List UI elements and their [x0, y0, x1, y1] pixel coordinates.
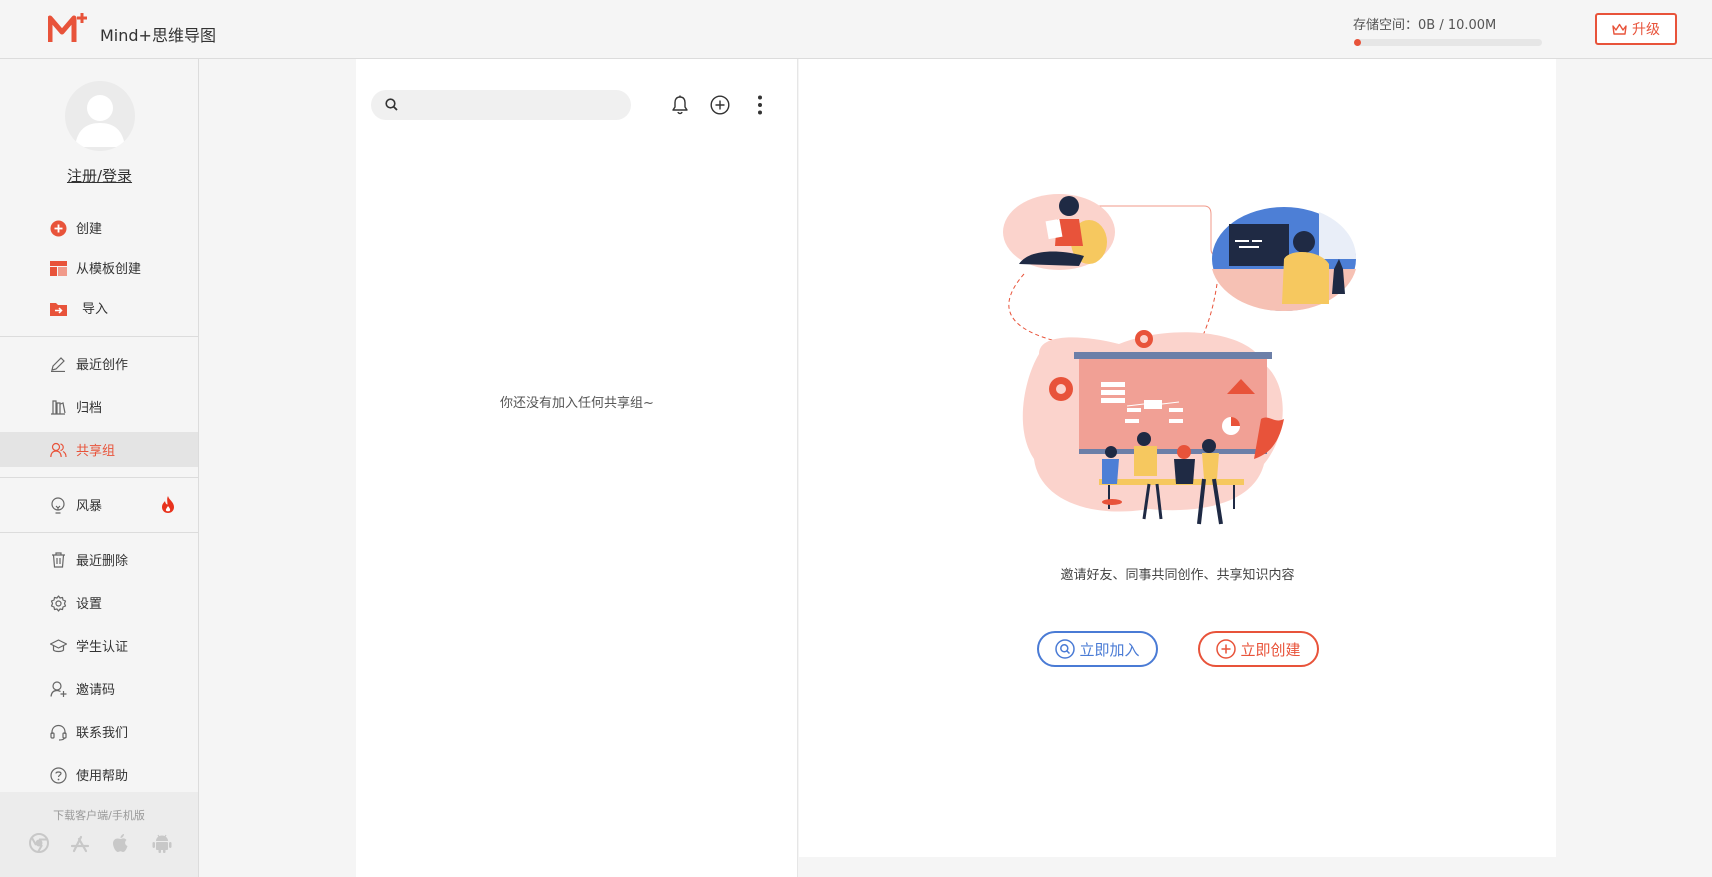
sidebar-item-shared-groups[interactable]: 共享组	[0, 432, 198, 467]
gear-icon	[49, 594, 67, 612]
login-register-link[interactable]: 注册/登录	[0, 165, 199, 186]
headset-icon	[49, 723, 67, 741]
sidebar-item-label: 导入	[82, 302, 109, 317]
join-now-label: 立即加入	[1079, 640, 1140, 659]
platform-icons	[28, 832, 173, 854]
top-header: Mind+思维导图 存储空间：0B / 10.00M 升级	[0, 0, 1712, 59]
storage-label: 存储空间：0B / 10.00M	[1353, 18, 1497, 33]
template-icon	[49, 259, 67, 277]
sidebar-item-label: 设置	[76, 597, 103, 612]
sidebar-item-label: 归档	[76, 401, 103, 416]
bulb-icon	[49, 496, 67, 514]
invite-text: 邀请好友、同事共同创作、共享知识内容	[1060, 568, 1295, 583]
sidebar-item-invite-code[interactable]: 邀请码	[0, 672, 198, 705]
apple-icon[interactable]	[110, 832, 132, 854]
app-store-icon[interactable]	[69, 832, 91, 854]
users-icon	[49, 441, 67, 459]
plus-circle-icon	[1216, 639, 1237, 659]
create-now-button[interactable]: 立即创建	[1198, 631, 1319, 667]
bell-icon	[672, 95, 688, 115]
group-detail-panel: 邀请好友、同事共同创作、共享知识内容 立即加入 立即创建	[799, 59, 1556, 857]
sidebar-item-from-template[interactable]: 从模板创建	[0, 251, 198, 284]
crown-icon	[1612, 23, 1627, 35]
download-section: 下载客户端/手机版	[0, 792, 198, 877]
sidebar-item-contact-us[interactable]: 联系我们	[0, 715, 198, 748]
sidebar-item-label: 联系我们	[76, 726, 129, 741]
sidebar-item-label: 最近删除	[76, 554, 129, 569]
sidebar-divider	[0, 336, 198, 337]
trash-icon	[49, 551, 67, 569]
import-folder-icon	[49, 299, 67, 317]
avatar[interactable]	[65, 81, 135, 151]
sidebar-item-create[interactable]: 创建	[0, 211, 198, 244]
sidebar-item-label: 使用帮助	[76, 769, 129, 784]
sidebar-item-label: 学生认证	[76, 640, 129, 655]
sidebar-item-label: 从模板创建	[76, 262, 142, 277]
user-avatar-icon	[75, 95, 125, 147]
empty-state-text: 你还没有加入任何共享组~	[500, 396, 654, 411]
download-label: 下载客户端/手机版	[53, 809, 145, 822]
help-circle-icon	[49, 766, 67, 784]
upgrade-button[interactable]: 升级	[1595, 13, 1677, 45]
sidebar-item-label: 创建	[76, 222, 103, 237]
search-circle-icon	[1055, 639, 1076, 659]
pencil-icon	[49, 355, 67, 373]
sidebar-item-student-verification[interactable]: 学生认证	[0, 629, 198, 662]
chrome-icon[interactable]	[28, 832, 50, 854]
join-now-button[interactable]: 立即加入	[1037, 631, 1158, 667]
sidebar-item-archive[interactable]: 归档	[0, 390, 198, 423]
upgrade-label: 升级	[1632, 22, 1660, 38]
sidebar-item-recent[interactable]: 最近创作	[0, 347, 198, 380]
sidebar-item-storm[interactable]: 风暴	[0, 488, 198, 521]
sidebar: 注册/登录 创建 从模板创建 导入 最近创作 归档 共享组 风暴 最近删除 设置…	[0, 59, 199, 877]
group-list-panel: 你还没有加入任何共享组~	[356, 59, 798, 877]
sidebar-divider	[0, 532, 198, 533]
sidebar-item-settings[interactable]: 设置	[0, 586, 198, 619]
create-now-label: 立即创建	[1240, 640, 1301, 659]
storage-progress-bar	[1354, 39, 1542, 46]
android-icon[interactable]	[151, 832, 173, 854]
add-group-button[interactable]	[707, 92, 733, 118]
mind-plus-logo[interactable]	[48, 12, 92, 46]
more-vertical-icon	[758, 95, 762, 115]
collaboration-illustration	[1003, 194, 1357, 525]
sidebar-item-help[interactable]: 使用帮助	[0, 758, 198, 791]
plus-circle-icon	[710, 95, 730, 115]
sidebar-item-label: 邀请码	[76, 683, 116, 698]
fire-icon	[161, 496, 175, 517]
app-title: Mind+思维导图	[100, 26, 216, 45]
search-icon	[385, 98, 398, 111]
search-input[interactable]	[371, 90, 631, 120]
sidebar-item-label: 风暴	[76, 499, 103, 514]
more-options-button[interactable]	[747, 92, 773, 118]
sidebar-item-recently-deleted[interactable]: 最近删除	[0, 543, 198, 576]
sidebar-item-import[interactable]: 导入	[0, 291, 198, 324]
storage-progress-fill	[1354, 39, 1361, 46]
graduation-cap-icon	[49, 637, 67, 655]
plus-circle-icon	[49, 219, 67, 237]
sidebar-divider	[0, 477, 198, 478]
sidebar-item-label: 最近创作	[76, 358, 129, 373]
sidebar-item-label: 共享组	[76, 444, 116, 459]
notification-bell-button[interactable]	[667, 92, 693, 118]
archive-icon	[49, 398, 67, 416]
user-plus-icon	[49, 680, 67, 698]
